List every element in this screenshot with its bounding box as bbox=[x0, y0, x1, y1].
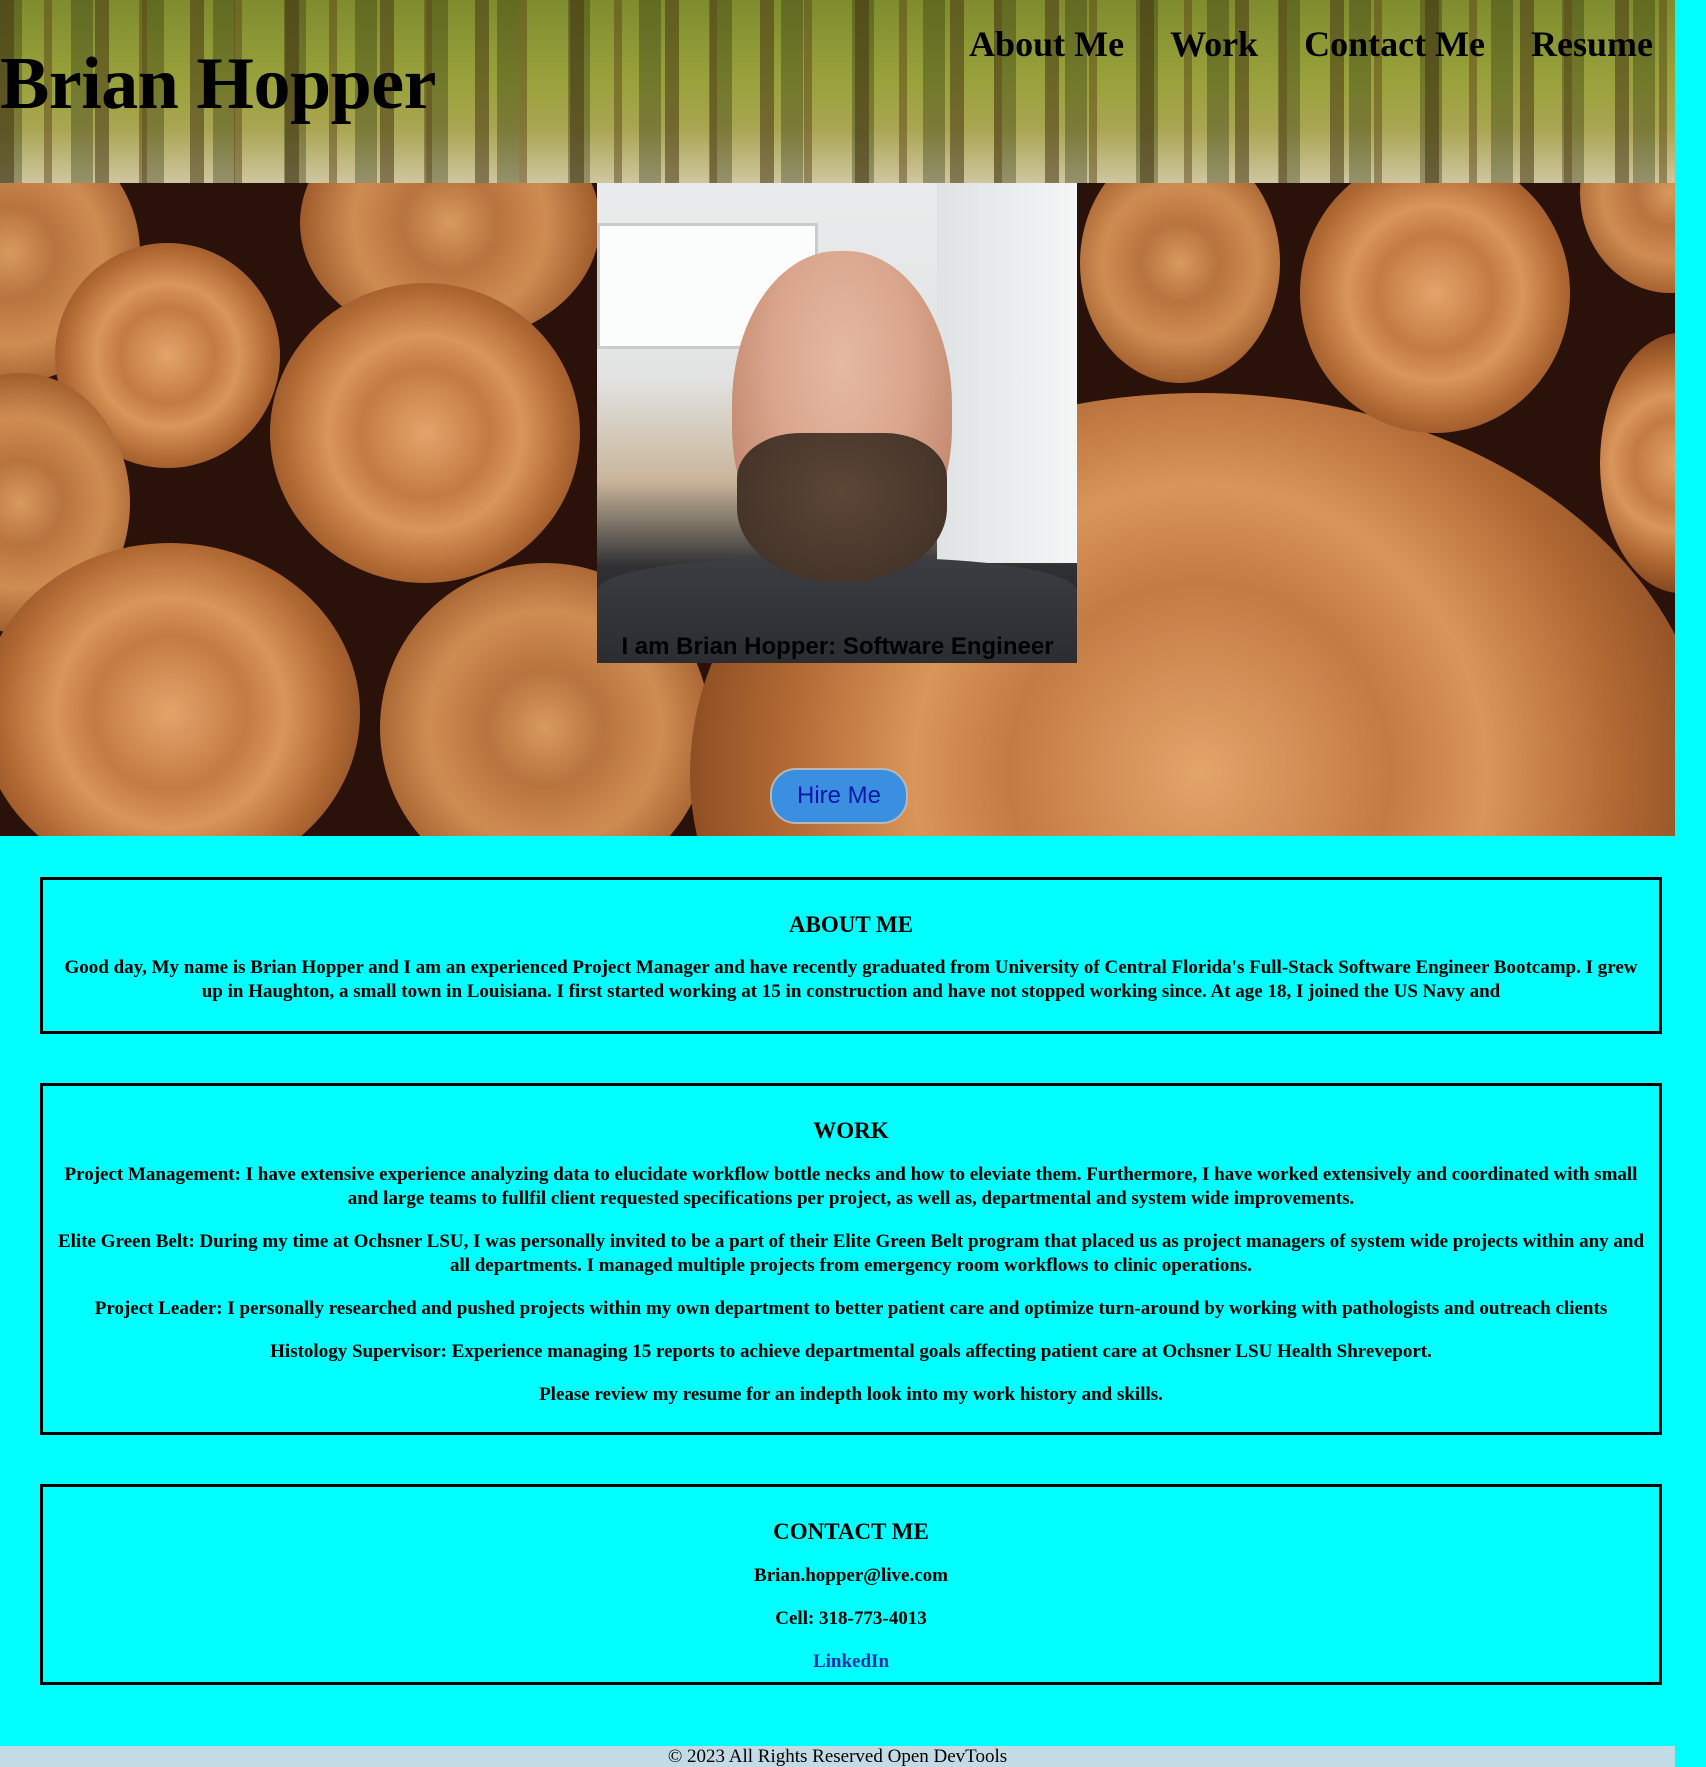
log-end-image bbox=[1080, 183, 1280, 383]
nav-resume[interactable]: Resume bbox=[1531, 20, 1653, 68]
work-item: Elite Green Belt: During my time at Ochs… bbox=[57, 1231, 1645, 1276]
hero-section: I am Brian Hopper: Software Engineer Hir… bbox=[0, 183, 1675, 836]
hero-tagline: I am Brian Hopper: Software Engineer bbox=[621, 633, 1054, 660]
work-item: Please review my resume for an indepth l… bbox=[539, 1384, 1163, 1405]
contact-me-heading: CONTACT ME bbox=[773, 1519, 929, 1544]
contact-me-section: CONTACT ME Brian.hopper@live.com Cell: 3… bbox=[40, 1484, 1662, 1685]
linkedin-link[interactable]: LinkedIn bbox=[813, 1651, 889, 1672]
work-item: Histology Supervisor: Experience managin… bbox=[270, 1341, 1432, 1362]
work-item: Project Leader: I personally researched … bbox=[94, 1298, 1608, 1319]
nav-contact-me[interactable]: Contact Me bbox=[1304, 20, 1485, 68]
about-me-text: Good day, My name is Brian Hopper and I … bbox=[64, 957, 1638, 1002]
log-end-image bbox=[1300, 183, 1570, 433]
work-section: WORK Project Management: I have extensiv… bbox=[40, 1083, 1662, 1435]
about-me-section: ABOUT ME Good day, My name is Brian Hopp… bbox=[40, 877, 1662, 1034]
contact-cell: Cell: 318-773-4013 bbox=[775, 1608, 927, 1629]
work-heading: WORK bbox=[813, 1118, 889, 1143]
about-me-heading: ABOUT ME bbox=[788, 912, 914, 937]
page: Brian Hopper About Me Work Contact Me Re… bbox=[0, 0, 1675, 1767]
hire-me-button[interactable]: Hire Me bbox=[770, 768, 908, 824]
nav-about-me[interactable]: About Me bbox=[969, 20, 1124, 68]
nav-work[interactable]: Work bbox=[1170, 20, 1258, 68]
header-banner: Brian Hopper About Me Work Contact Me Re… bbox=[0, 0, 1675, 183]
site-title: Brian Hopper bbox=[0, 43, 436, 125]
log-end-image bbox=[0, 543, 360, 836]
main-nav: About Me Work Contact Me Resume bbox=[969, 20, 1653, 68]
footer: © 2023 All Rights Reserved Open DevTools bbox=[0, 1746, 1675, 1767]
contact-email: Brian.hopper@live.com bbox=[754, 1565, 948, 1586]
log-end-image bbox=[1580, 183, 1675, 293]
work-item: Project Management: I have extensive exp… bbox=[64, 1164, 1638, 1209]
profile-photo bbox=[597, 183, 1077, 663]
log-end-image bbox=[270, 283, 580, 583]
